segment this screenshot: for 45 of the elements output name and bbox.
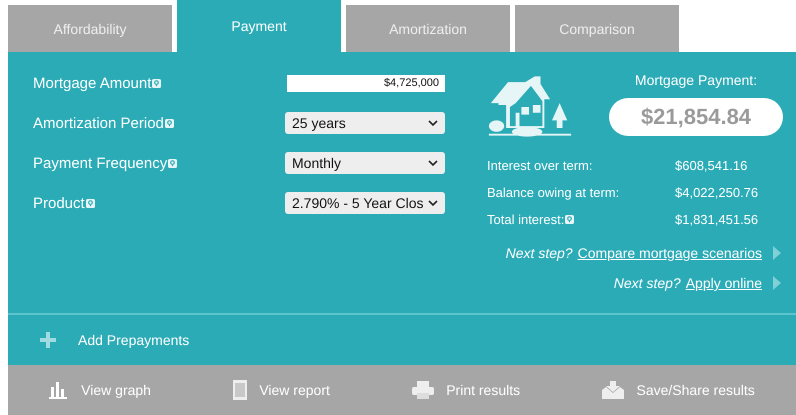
field-label: Payment Frequency: [33, 154, 168, 172]
printer-icon: [412, 381, 434, 399]
result-value: $1,831,451.56: [675, 212, 760, 227]
result-label: Balance owing at term:: [487, 185, 620, 200]
field-label: Amortization Period: [33, 114, 164, 132]
add-prepayments-link[interactable]: Add Prepayments: [78, 332, 190, 348]
triangle-icon: [773, 276, 781, 290]
dropdown[interactable]: Monthly: [285, 152, 445, 174]
document-icon: [233, 380, 248, 400]
field-label: Mortgage Amount: [33, 74, 152, 92]
help-icon[interactable]: [152, 78, 162, 88]
result-value: $608,541.16: [675, 158, 748, 173]
dropdown[interactable]: 2.790% - 5 Year Clos: [285, 192, 445, 214]
payment-amount: $21,854.84: [609, 98, 783, 136]
help-icon[interactable]: [86, 198, 95, 208]
payment-title: Mortgage Payment:: [634, 72, 758, 88]
chevron-icon: [428, 160, 438, 166]
next-step-prompt: Next step?: [506, 245, 573, 261]
tab[interactable]: Payment: [177, 0, 341, 52]
chevron-icon: [428, 120, 438, 126]
result-label: Total interest:: [487, 212, 564, 227]
footer-button[interactable]: Save/Share results: [596, 380, 761, 400]
triangle-icon: [773, 246, 781, 260]
next-step-prompt: Next step?: [614, 275, 681, 291]
help-icon[interactable]: [164, 118, 174, 128]
bar-chart-icon: [49, 381, 70, 399]
chevron-icon: [428, 200, 438, 206]
plus-icon[interactable]: [40, 332, 56, 348]
next-step-link[interactable]: Compare mortgage scenarios: [578, 245, 762, 261]
footer-button[interactable]: Print results: [406, 380, 526, 400]
footer-button[interactable]: View report: [227, 379, 336, 401]
dropdown[interactable]: 25 years: [285, 112, 445, 134]
house-icon: [487, 74, 573, 138]
field-label: Product: [33, 194, 85, 212]
result-value: $4,022,250.76: [675, 185, 760, 200]
tray-download-icon: [602, 381, 624, 399]
help-icon[interactable]: [565, 215, 574, 224]
tab[interactable]: Amortization: [346, 5, 510, 52]
amount-field[interactable]: $4,725,000: [287, 74, 445, 92]
help-icon[interactable]: [168, 158, 178, 168]
footer-button[interactable]: View graph: [43, 380, 157, 400]
result-label: Interest over term:: [487, 158, 592, 173]
tab[interactable]: Comparison: [515, 5, 679, 52]
next-step-link[interactable]: Apply online: [686, 275, 762, 291]
tab[interactable]: Affordability: [8, 5, 172, 52]
